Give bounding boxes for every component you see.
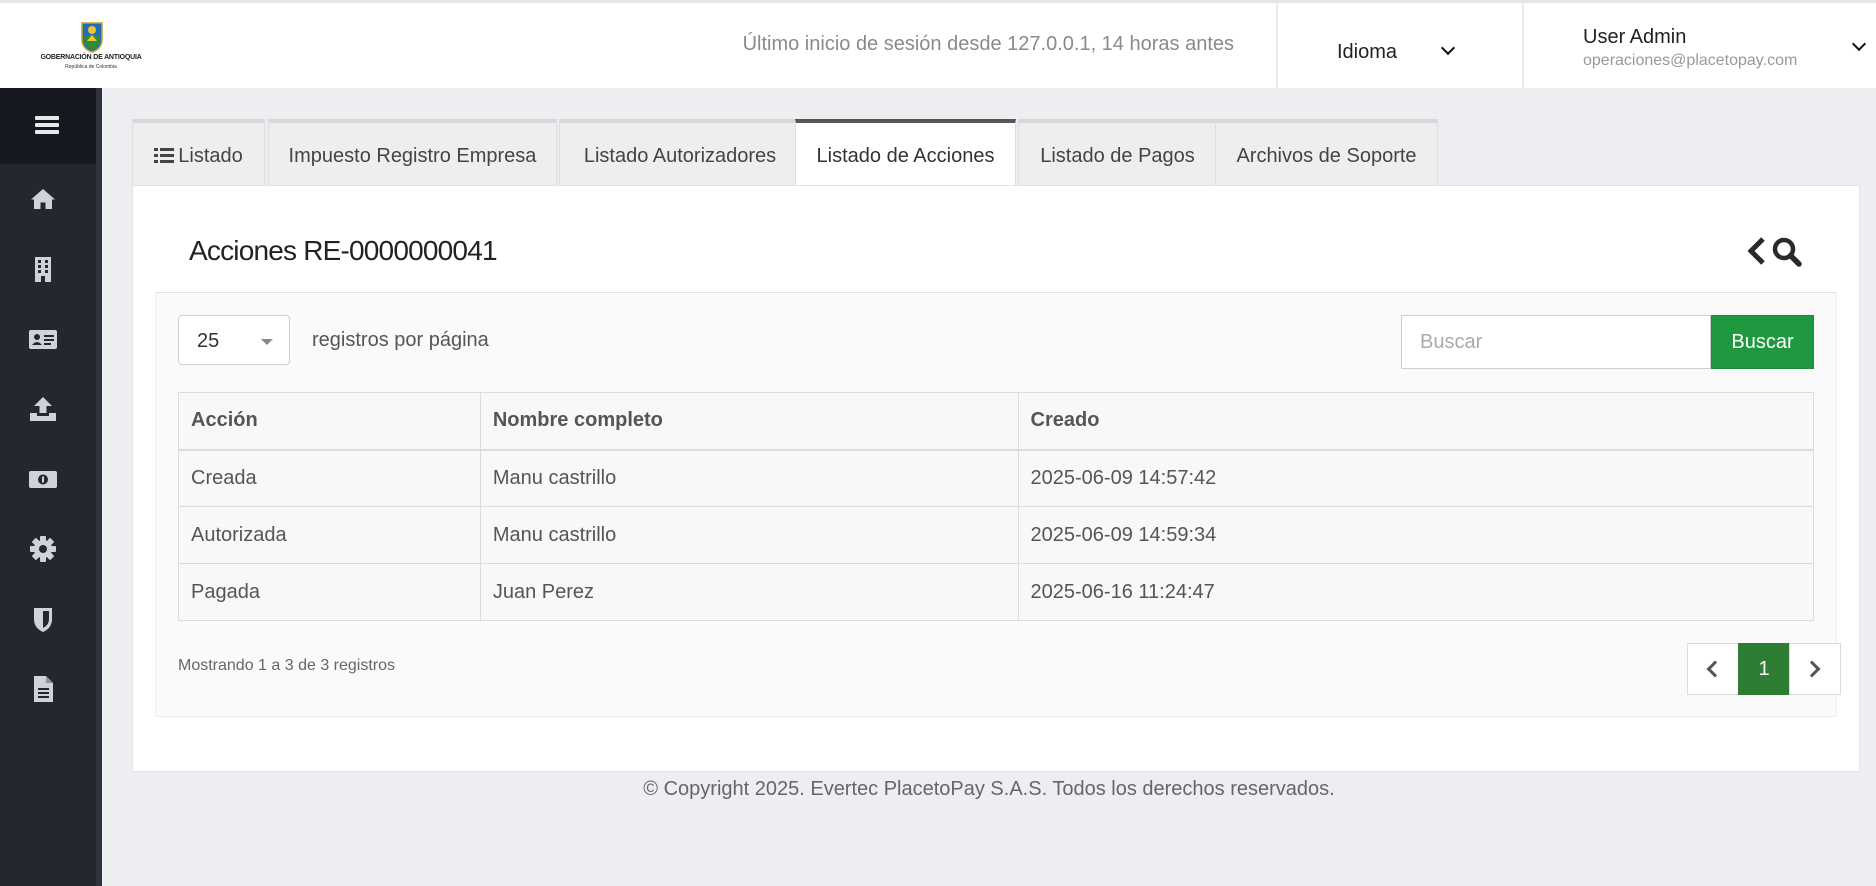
- shield-icon[interactable]: [28, 604, 58, 634]
- footer-copyright: © Copyright 2025. Evertec PlacetoPay S.A…: [643, 778, 1335, 800]
- pagination-next-button[interactable]: [1789, 643, 1841, 695]
- tab-listado-de-pagos[interactable]: Listado de Pagos: [1018, 119, 1217, 185]
- tab-label: Impuesto Registro Empresa: [288, 145, 537, 167]
- search-button[interactable]: Buscar: [1711, 315, 1814, 369]
- hamburger-icon: [35, 116, 59, 120]
- table-info: Mostrando 1 a 3 de 3 registros: [178, 657, 396, 674]
- gear-icon[interactable]: [28, 534, 58, 564]
- chevron-right-icon: [1803, 660, 1821, 678]
- language-label: Idioma: [1337, 41, 1398, 63]
- chevron-down-icon: [1440, 40, 1456, 56]
- hamburger-icon: [35, 130, 59, 134]
- column-header-accion[interactable]: Acción: [178, 392, 481, 451]
- cell-creado: 2025-06-09 14:59:34: [1017, 506, 1815, 564]
- search-icon[interactable]: [1771, 236, 1803, 268]
- panel-tools: [1745, 232, 1807, 272]
- menu-toggle-button[interactable]: [0, 88, 96, 164]
- cell-creado: 2025-06-09 14:57:42: [1017, 449, 1815, 507]
- chevron-down-icon: [1851, 36, 1867, 52]
- user-email: operaciones@placetopay.com: [1583, 52, 1798, 69]
- cell-creado: 2025-06-16 11:24:47: [1017, 563, 1815, 621]
- tab-label: Listado de Acciones: [816, 145, 995, 167]
- content-card: Acciones RE-0000000041 25 registros por …: [132, 185, 1860, 772]
- table-row: Creada Manu castrillo 2025-06-09 14:57:4…: [178, 449, 1815, 507]
- money-icon[interactable]: [28, 464, 58, 494]
- hamburger-icon: [35, 123, 59, 127]
- home-icon[interactable]: [28, 184, 58, 214]
- pagination-page-1[interactable]: 1: [1738, 643, 1790, 695]
- table-header-row: Acción Nombre completo Creado: [178, 392, 1815, 451]
- page-title: Acciones RE-0000000041: [189, 235, 498, 266]
- caret-down-icon: [261, 339, 273, 345]
- column-header-nombre-completo[interactable]: Nombre completo: [479, 392, 1019, 451]
- page-length-label: registros por página: [312, 329, 489, 351]
- tab-label: Listado de Pagos: [1040, 145, 1195, 167]
- logo-title: GOBERNACIÓN DE ANTIOQUIA: [40, 54, 142, 61]
- tab-listado-de-acciones[interactable]: Listado de Acciones: [795, 119, 1016, 186]
- tab-listado-autorizadores[interactable]: Listado Autorizadores: [559, 119, 801, 185]
- language-dropdown[interactable]: Idioma: [1278, 3, 1522, 91]
- cell-nombre-completo: Manu castrillo: [479, 449, 1019, 507]
- chevron-left-icon: [1706, 660, 1724, 678]
- document-icon[interactable]: [28, 674, 58, 704]
- tab-label: Listado Autorizadores: [583, 145, 777, 167]
- table-row: Autorizada Manu castrillo 2025-06-09 14:…: [178, 506, 1815, 564]
- logo[interactable]: GOBERNACIÓN DE ANTIOQUIA República de Co…: [36, 19, 146, 75]
- chevron-left-icon[interactable]: [1745, 236, 1767, 266]
- tab-label: Listado: [178, 145, 243, 167]
- cell-accion: Autorizada: [178, 506, 481, 564]
- last-login-text: Último inicio de sesión desde 127.0.0.1,…: [742, 33, 1234, 55]
- user-name: User Admin: [1583, 26, 1687, 48]
- upload-icon[interactable]: [28, 394, 58, 424]
- tab-archivos-de-soporte[interactable]: Archivos de Soporte: [1215, 119, 1438, 185]
- tab-impuesto-registro-empresa[interactable]: Impuesto Registro Empresa: [268, 119, 557, 185]
- list-icon: [154, 148, 175, 163]
- actions-table: Acción Nombre completo Creado Creada Man…: [178, 392, 1815, 621]
- panel-body: 25 registros por página Buscar Acción No…: [155, 293, 1841, 717]
- cell-accion: Creada: [178, 449, 481, 507]
- cell-nombre-completo: Juan Perez: [479, 563, 1019, 621]
- page-length-value: 25: [197, 330, 220, 352]
- pagination-previous-button[interactable]: [1687, 643, 1739, 695]
- user-menu[interactable]: User Admin operaciones@placetopay.com: [1524, 3, 1876, 91]
- coat-of-arms-icon: [81, 22, 103, 53]
- tab-label: Archivos de Soporte: [1236, 145, 1417, 167]
- tab-listado[interactable]: Listado: [132, 119, 265, 185]
- top-header: GOBERNACIÓN DE ANTIOQUIA República de Co…: [0, 0, 1876, 91]
- table-row: Pagada Juan Perez 2025-06-16 11:24:47: [178, 563, 1815, 621]
- cell-nombre-completo: Manu castrillo: [479, 506, 1019, 564]
- panel-header: Acciones RE-0000000041: [155, 186, 1837, 293]
- building-icon[interactable]: [28, 254, 58, 284]
- page-length-select[interactable]: 25: [178, 315, 290, 365]
- search-input[interactable]: [1401, 315, 1711, 369]
- column-header-creado[interactable]: Creado: [1017, 392, 1815, 451]
- logo-subtitle: República de Colombia: [65, 64, 117, 70]
- id-card-icon[interactable]: [28, 324, 58, 354]
- sidebar: [0, 88, 102, 886]
- cell-accion: Pagada: [178, 563, 481, 621]
